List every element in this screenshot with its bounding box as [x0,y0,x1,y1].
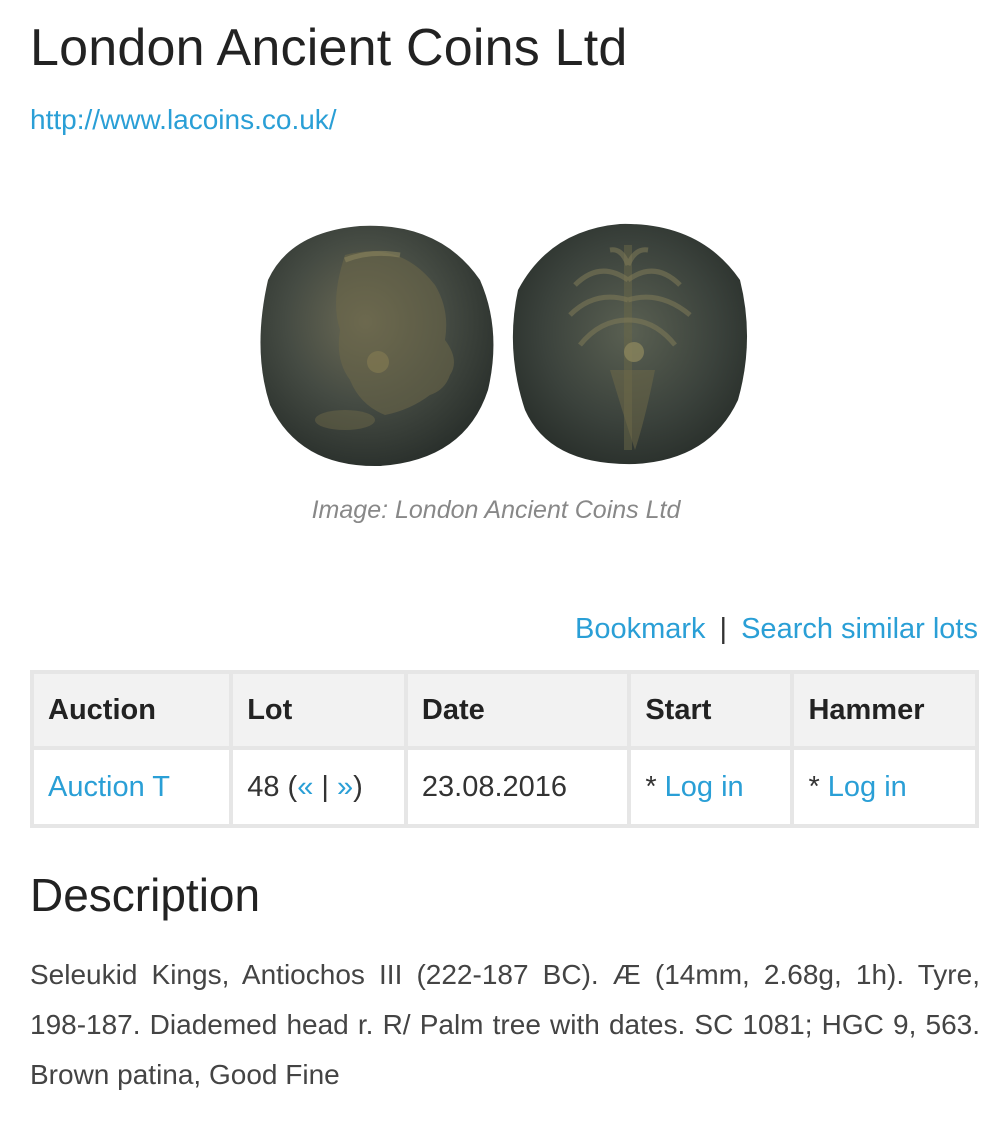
hammer-prefix: * [808,770,828,803]
header-lot: Lot [233,674,404,746]
coin-reverse [512,223,748,465]
cell-hammer: * Log in [794,750,975,824]
next-lot-link[interactable]: » [337,771,353,803]
header-start: Start [631,674,791,746]
description-text: Seleukid Kings, Antiochos III (222-187 B… [30,959,980,1090]
search-similar-link[interactable]: Search similar lots [741,613,978,645]
header-auction: Auction [34,674,230,746]
table-header-row: Auction Lot Date Start Hammer [34,674,975,746]
bookmark-link[interactable]: Bookmark [575,613,706,645]
cell-auction: Auction T [34,750,230,824]
coin-image[interactable] [250,210,760,480]
lot-actions: Bookmark | Search similar lots [575,613,978,646]
cell-lot: 48 (« | ») [233,750,404,824]
previous-lot-link[interactable]: « [297,771,313,803]
cell-start: * Log in [631,750,791,824]
hammer-login-link[interactable]: Log in [828,771,907,803]
header-hammer: Hammer [794,674,975,746]
website-link[interactable]: http://www.lacoins.co.uk/ [30,104,337,136]
cell-date: 23.08.2016 [407,750,628,824]
page-title: London Ancient Coins Ltd [30,19,628,77]
start-prefix: * [645,770,665,803]
header-date: Date [407,674,628,746]
start-login-link[interactable]: Log in [665,771,744,803]
description-title: Description [30,869,261,921]
image-caption: Image: London Ancient Coins Ltd [311,496,681,524]
table-row: Auction T 48 (« | ») 23.08.2016 * Log in… [34,750,975,824]
lot-number: 48 [247,770,280,803]
actions-separator: | [719,613,728,645]
lot-close-paren: ) [353,770,363,803]
lot-nav-separator: | [313,770,337,803]
coin-obverse [260,225,494,467]
auction-table: Auction Lot Date Start Hammer Auction T … [30,670,979,828]
lot-open-paren: ( [279,770,298,803]
auction-link[interactable]: Auction T [48,771,170,803]
